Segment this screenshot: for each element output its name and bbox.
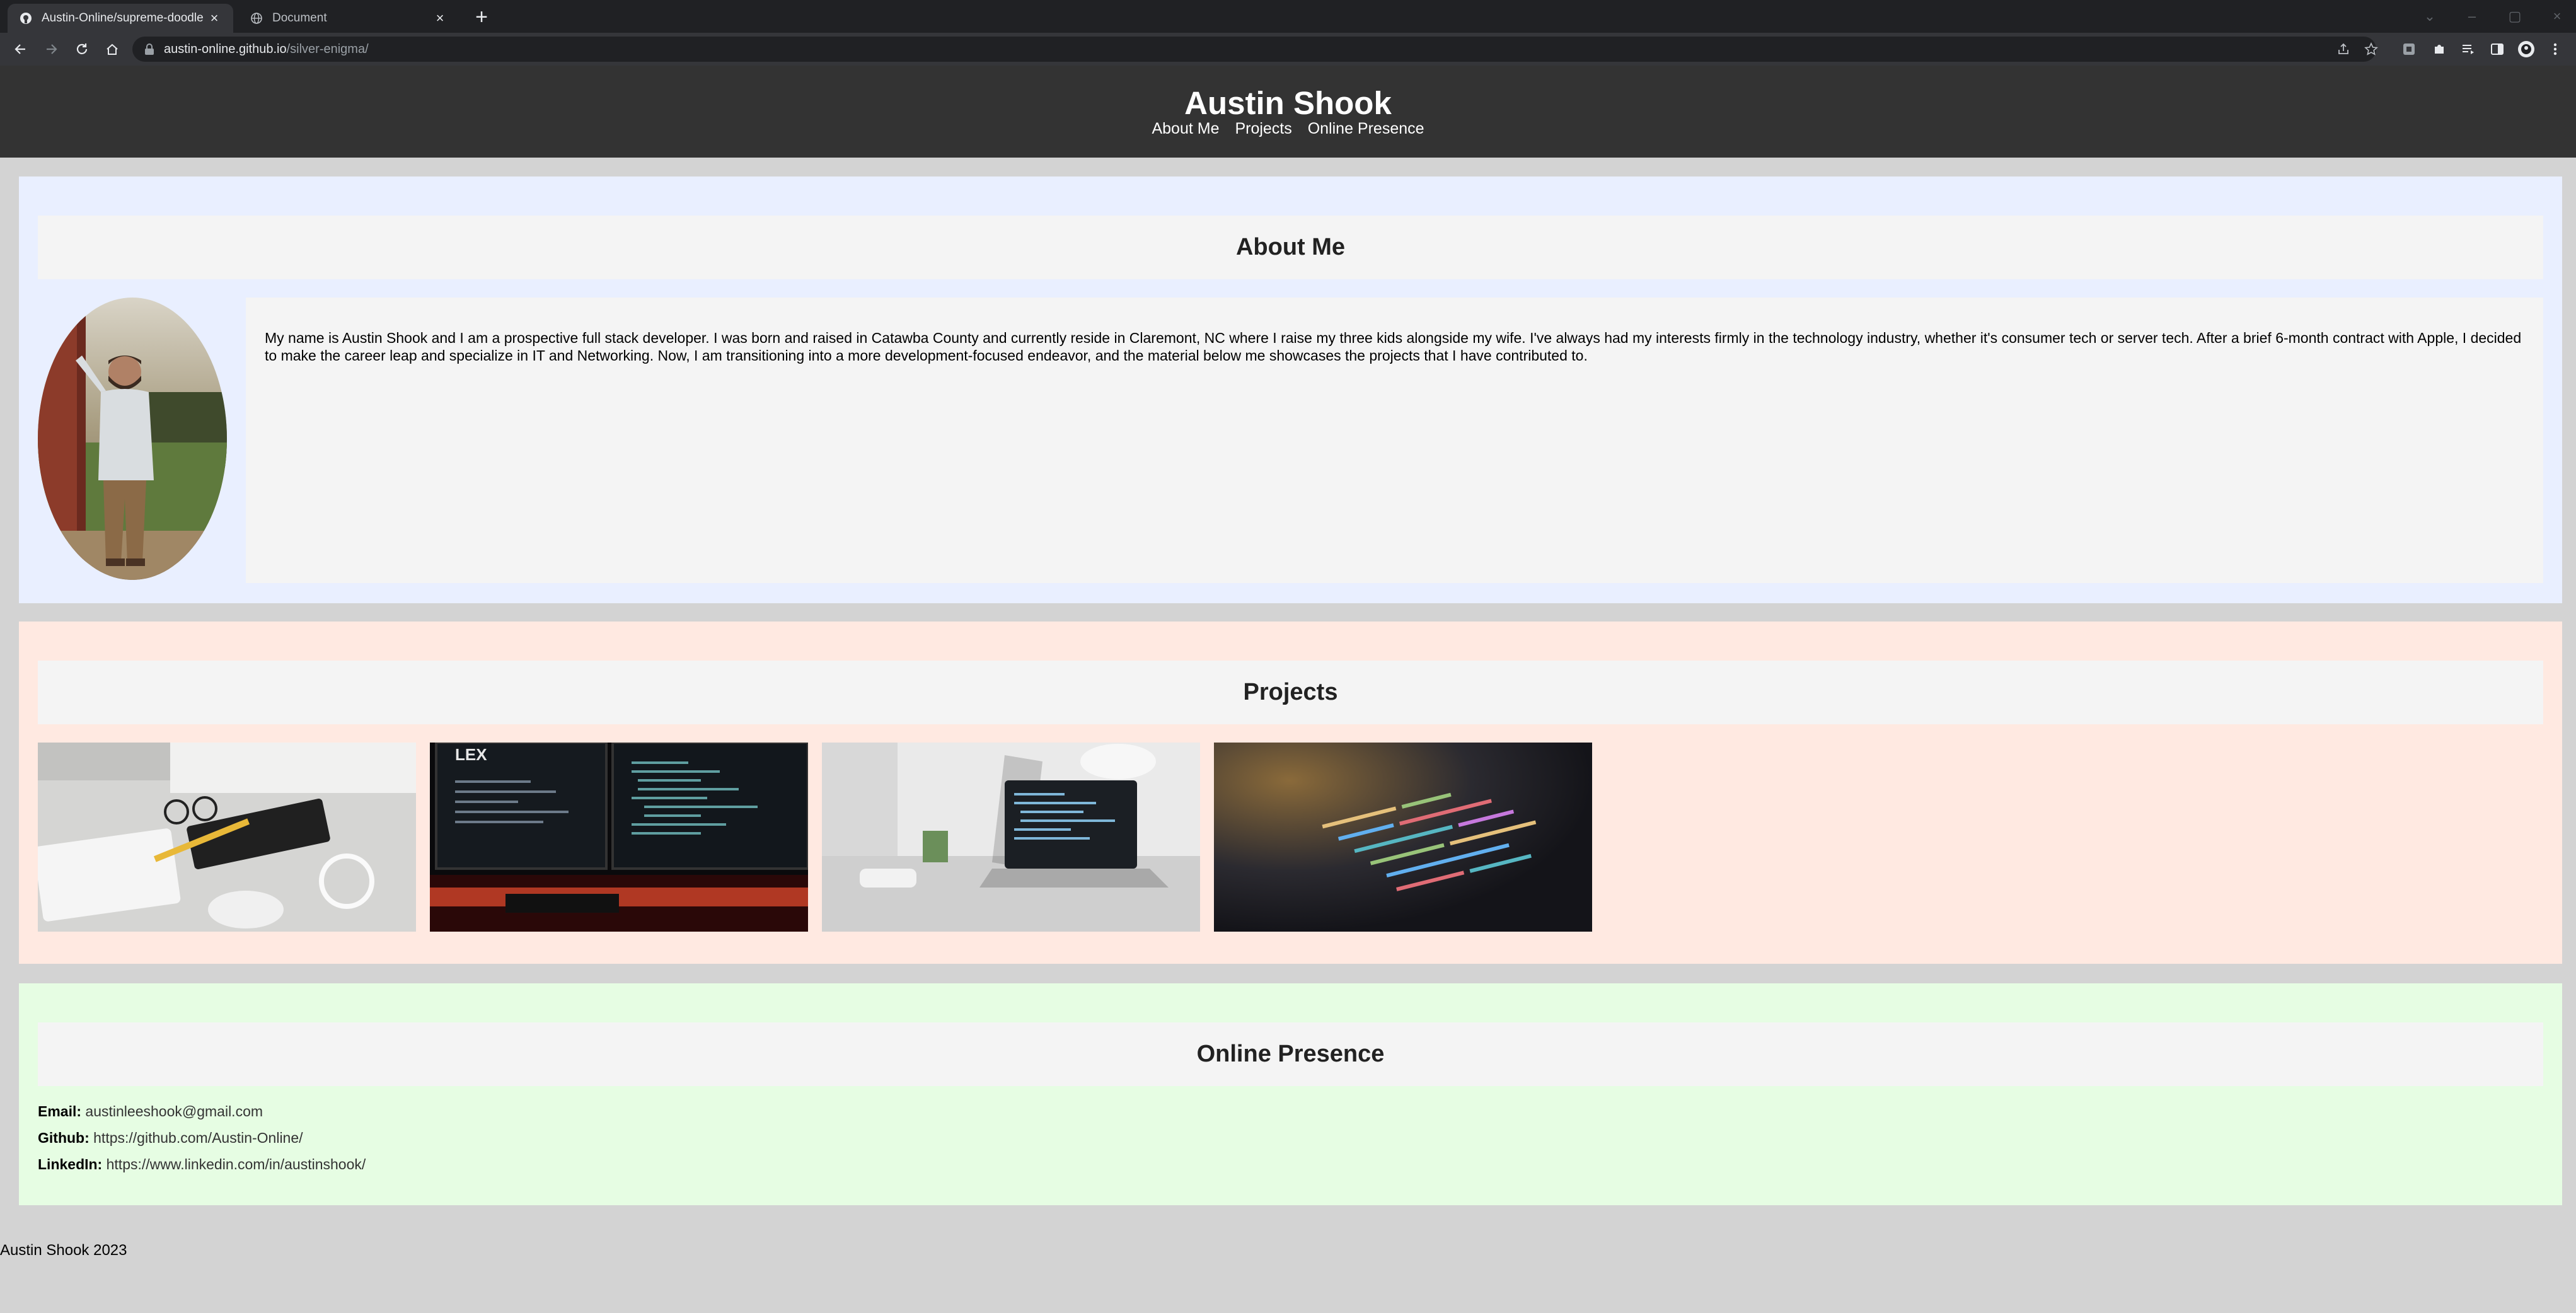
lock-icon[interactable] — [144, 43, 156, 55]
browser-tab-bar: Austin-Online/supreme-doodle × Document … — [0, 0, 2576, 33]
github-icon — [19, 11, 33, 25]
projects-section: Projects LEX — [19, 622, 2562, 964]
about-description: My name is Austin Shook and I am a prosp… — [246, 298, 2543, 583]
new-tab-button[interactable]: + — [470, 5, 494, 29]
profile-photo — [38, 298, 227, 580]
project-laptop-workspace[interactable] — [822, 743, 1200, 932]
nav-link-about-me[interactable]: About Me — [1152, 120, 1219, 137]
tab-search-icon[interactable]: ⌄ — [2417, 5, 2442, 28]
share-icon[interactable] — [2336, 42, 2351, 57]
svg-text:LEX: LEX — [455, 745, 487, 764]
email-label: Email: — [38, 1103, 82, 1119]
close-window-icon[interactable]: × — [2544, 5, 2570, 28]
bookmark-star-icon[interactable] — [2364, 42, 2379, 57]
forward-icon[interactable] — [40, 38, 63, 61]
browser-tab-github[interactable]: Austin-Online/supreme-doodle × — [8, 4, 233, 33]
menu-kebab-icon[interactable] — [2546, 40, 2564, 58]
nav-link-online-presence[interactable]: Online Presence — [1308, 120, 1424, 137]
side-panel-icon[interactable] — [2488, 40, 2506, 58]
project-dual-monitor-setup[interactable]: LEX — [430, 743, 808, 932]
linkedin-label: LinkedIn: — [38, 1156, 103, 1172]
close-icon[interactable]: × — [432, 10, 448, 26]
home-icon[interactable] — [101, 38, 124, 61]
browser-tab-document[interactable]: Document × — [238, 4, 459, 33]
maximize-icon[interactable]: ▢ — [2502, 5, 2527, 28]
extension-icon[interactable] — [2400, 40, 2418, 58]
close-icon[interactable]: × — [207, 10, 222, 26]
about-heading: About Me — [38, 216, 2543, 279]
tab-title: Document — [272, 11, 327, 25]
reload-icon[interactable] — [71, 38, 93, 61]
back-icon[interactable] — [9, 38, 32, 61]
github-value[interactable]: https://github.com/Austin-Online/ — [93, 1130, 303, 1146]
project-desk-keyboard[interactable] — [38, 743, 416, 932]
nav-link-projects[interactable]: Projects — [1235, 120, 1291, 137]
online-presence-section: Online Presence Email: austinleeshook@gm… — [19, 983, 2562, 1205]
projects-heading: Projects — [38, 661, 2543, 724]
about-section: About Me My name is Austin Shook and I a… — [19, 176, 2562, 603]
footer-text: Austin Shook 2023 — [0, 1242, 127, 1259]
github-label: Github: — [38, 1130, 90, 1146]
minimize-icon[interactable]: – — [2459, 5, 2485, 28]
linkedin-value[interactable]: https://www.linkedin.com/in/austinshook/ — [107, 1156, 366, 1172]
tab-title: Austin-Online/supreme-doodle — [42, 11, 204, 25]
project-code-closeup[interactable] — [1214, 743, 1592, 932]
footer: Austin Shook 2023 — [0, 1242, 127, 1259]
puzzle-icon[interactable] — [2430, 40, 2448, 58]
email-value[interactable]: austinleeshook@gmail.com — [85, 1103, 263, 1119]
globe-icon — [250, 11, 263, 25]
address-bar[interactable]: austin-online.github.io/silver-enigma/ — [132, 37, 2379, 62]
browser-toolbar: austin-online.github.io/silver-enigma/ — [0, 33, 2576, 66]
profile-avatar-icon[interactable] — [2517, 40, 2535, 58]
contact-linkedin: LinkedIn: https://www.linkedin.com/in/au… — [38, 1156, 366, 1173]
site-title: Austin Shook — [1184, 85, 1392, 121]
contact-email: Email: austinleeshook@gmail.com — [38, 1103, 263, 1120]
online-presence-heading: Online Presence — [38, 1022, 2543, 1086]
reading-list-icon[interactable] — [2459, 40, 2477, 58]
url-text: austin-online.github.io/silver-enigma/ — [164, 42, 369, 56]
site-header: Austin Shook About Me Projects Online Pr… — [0, 66, 2576, 158]
contact-github: Github: https://github.com/Austin-Online… — [38, 1130, 303, 1147]
about-text: My name is Austin Shook and I am a prosp… — [265, 330, 2522, 364]
site-nav: About Me Projects Online Presence — [0, 120, 2576, 138]
